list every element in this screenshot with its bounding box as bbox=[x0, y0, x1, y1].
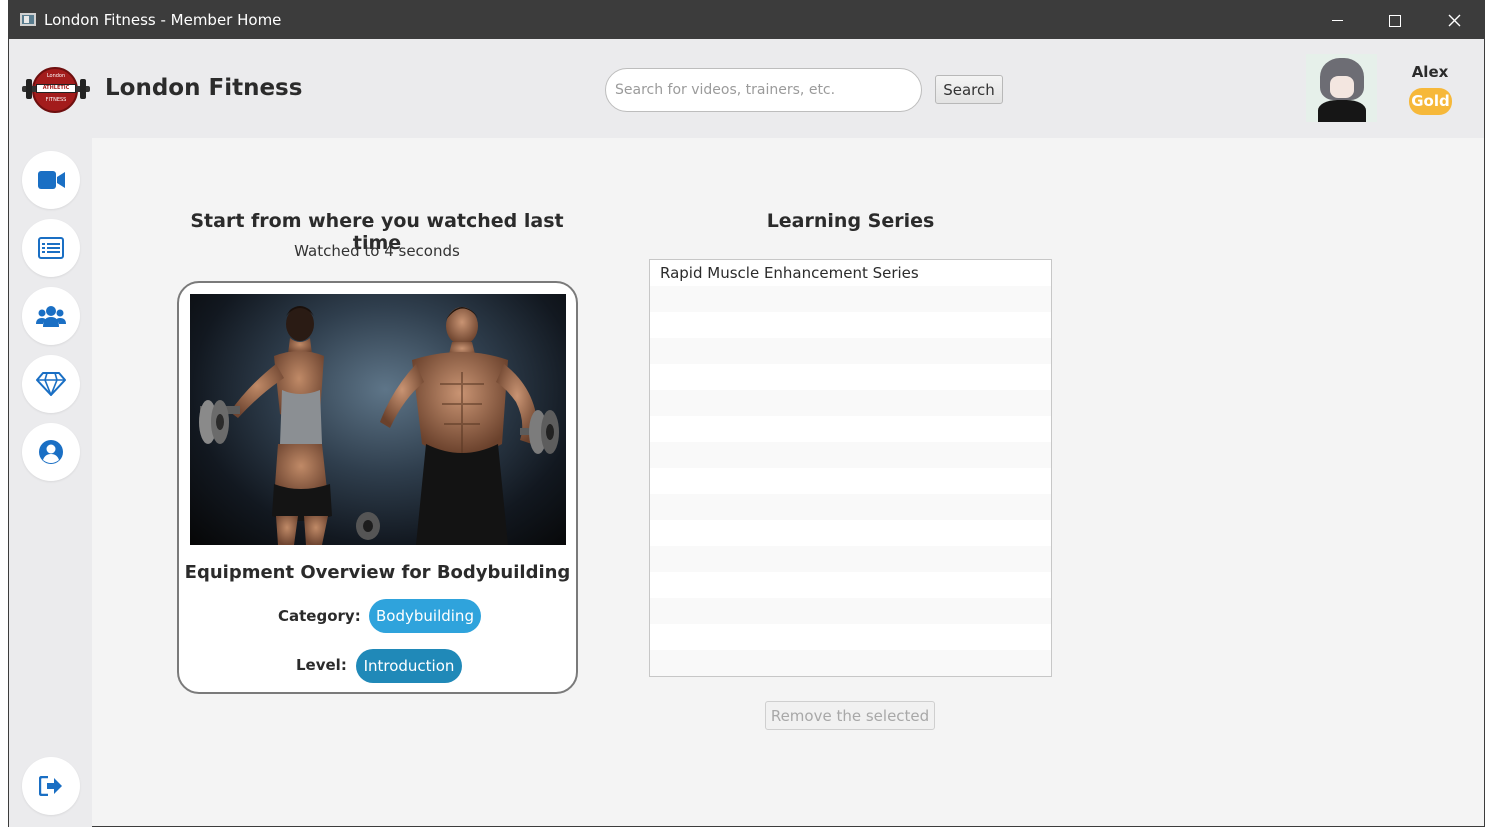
level-label: Level: bbox=[296, 656, 347, 674]
list-item[interactable] bbox=[650, 286, 1051, 312]
category-label: Category: bbox=[278, 607, 361, 625]
window-title: London Fitness - Member Home bbox=[44, 11, 282, 29]
video-camera-icon bbox=[37, 171, 65, 189]
sidebar-item-videos[interactable] bbox=[22, 151, 80, 209]
minimize-icon bbox=[1331, 20, 1343, 21]
user-circle-icon bbox=[39, 440, 63, 464]
sidebar bbox=[9, 138, 92, 827]
user-name: Alex bbox=[1411, 63, 1449, 81]
list-item[interactable] bbox=[650, 312, 1051, 338]
list-item[interactable]: Rapid Muscle Enhancement Series bbox=[650, 260, 1051, 286]
search-button[interactable]: Search bbox=[935, 75, 1003, 104]
level-tag[interactable]: Introduction bbox=[356, 649, 462, 683]
title-bar: London Fitness - Member Home bbox=[9, 1, 1484, 39]
list-item[interactable] bbox=[650, 520, 1051, 546]
list-item[interactable] bbox=[650, 598, 1051, 624]
logout-button[interactable] bbox=[22, 757, 80, 815]
sidebar-item-profile[interactable] bbox=[22, 423, 80, 481]
minimize-button[interactable] bbox=[1308, 1, 1366, 39]
list-item[interactable] bbox=[650, 390, 1051, 416]
list-item[interactable] bbox=[650, 650, 1051, 676]
list-item[interactable] bbox=[650, 338, 1051, 364]
learning-series-list[interactable]: Rapid Muscle Enhancement Series bbox=[649, 259, 1052, 677]
continue-watching-card[interactable]: Equipment Overview for Bodybuilding Cate… bbox=[177, 281, 578, 694]
logo-top-text: London bbox=[46, 73, 66, 79]
list-item[interactable] bbox=[650, 546, 1051, 572]
brand-logo: London ATHLETIC FITNESS bbox=[22, 67, 90, 113]
list-icon bbox=[38, 237, 64, 259]
list-item[interactable] bbox=[650, 572, 1051, 598]
watch-progress-text: Watched to 4 seconds bbox=[294, 242, 460, 260]
learning-series-heading: Learning Series bbox=[766, 210, 935, 232]
sidebar-item-trainers[interactable] bbox=[22, 287, 80, 345]
search-input[interactable] bbox=[605, 68, 922, 112]
brand-name: London Fitness bbox=[105, 75, 303, 101]
users-icon bbox=[36, 306, 66, 327]
video-thumbnail[interactable] bbox=[190, 294, 566, 545]
app-window: London Fitness - Member Home London ATHL… bbox=[8, 0, 1485, 827]
diamond-icon bbox=[36, 372, 66, 396]
video-title[interactable]: Equipment Overview for Bodybuilding bbox=[179, 562, 576, 583]
app-header: London ATHLETIC FITNESS London Fitness S… bbox=[9, 39, 1484, 138]
list-item[interactable] bbox=[650, 468, 1051, 494]
sidebar-item-list[interactable] bbox=[22, 219, 80, 277]
logo-band-text: ATHLETIC bbox=[36, 84, 76, 93]
sidebar-item-membership[interactable] bbox=[22, 355, 80, 413]
avatar[interactable] bbox=[1306, 54, 1377, 122]
close-icon bbox=[1448, 14, 1460, 27]
list-item[interactable] bbox=[650, 416, 1051, 442]
list-item[interactable] bbox=[650, 624, 1051, 650]
category-tag[interactable]: Bodybuilding bbox=[369, 599, 481, 633]
list-item[interactable] bbox=[650, 364, 1051, 390]
maximize-button[interactable] bbox=[1366, 1, 1424, 39]
membership-tier-badge: Gold bbox=[1409, 88, 1452, 115]
fitness-couple-thumbnail-art bbox=[199, 306, 559, 545]
list-item[interactable] bbox=[650, 442, 1051, 468]
maximize-icon bbox=[1389, 14, 1401, 27]
list-item[interactable] bbox=[650, 494, 1051, 520]
remove-selected-button[interactable]: Remove the selected bbox=[765, 701, 935, 730]
logo-bottom-text: FITNESS bbox=[45, 97, 67, 103]
logout-icon bbox=[39, 776, 62, 796]
app-icon bbox=[20, 13, 36, 26]
close-button[interactable] bbox=[1425, 1, 1483, 39]
